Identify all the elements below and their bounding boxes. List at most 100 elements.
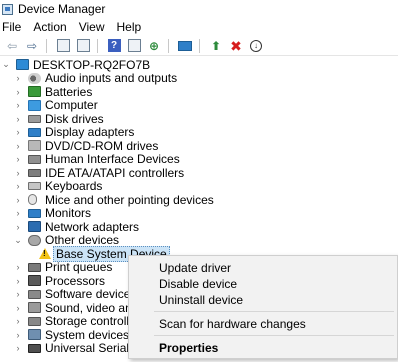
software-device-icon <box>28 289 41 299</box>
toolbar-separator <box>46 38 47 53</box>
update-driver-icon[interactable]: ⬆ <box>208 38 224 54</box>
speaker-icon <box>28 72 41 84</box>
other-devices-icon <box>28 234 41 246</box>
sound-icon <box>28 302 41 314</box>
tree-item-system-devices[interactable]: › System devices <box>14 327 130 342</box>
tree-item-keyboards[interactable]: › Keyboards <box>14 179 103 193</box>
computer-icon <box>28 99 41 111</box>
chevron-right-icon[interactable]: › <box>14 100 22 110</box>
tree-item-label: System devices <box>45 327 130 342</box>
chevron-right-icon[interactable]: › <box>14 168 22 178</box>
tree-item-network-adapters[interactable]: › Network adapters <box>14 219 140 234</box>
device-manager-app-icon <box>2 3 13 15</box>
menu-separator <box>154 311 394 312</box>
properties-icon[interactable] <box>75 38 91 54</box>
tree-item-dvd-drives[interactable]: › DVD/CD-ROM drives <box>14 139 159 153</box>
forward-icon[interactable]: ⇨ <box>24 38 40 54</box>
uninstall-device-menu-item[interactable]: Uninstall device <box>159 293 243 307</box>
chevron-right-icon[interactable]: › <box>14 222 22 232</box>
chevron-down-icon[interactable]: ⌄ <box>2 59 10 70</box>
disable-icon[interactable]: ↓ <box>248 38 264 54</box>
tree-item-label: Disk drives <box>45 111 104 126</box>
computer-icon <box>16 59 29 71</box>
tree-item-hid[interactable]: › Human Interface Devices <box>14 152 180 166</box>
chevron-right-icon[interactable]: › <box>14 114 22 124</box>
chevron-down-icon[interactable]: ⌄ <box>14 235 22 245</box>
tree-item-ide-controllers[interactable]: › IDE ATA/ATAPI controllers <box>14 166 185 180</box>
tree-item-label: Network adapters <box>45 219 140 234</box>
menu-separator <box>154 335 394 336</box>
title-bar: Device Manager <box>0 0 398 18</box>
chevron-right-icon[interactable]: › <box>14 127 22 137</box>
menu-help[interactable]: Help <box>111 20 148 34</box>
network-adapter-icon <box>28 221 41 233</box>
toolbar-separator <box>168 38 169 53</box>
ide-controller-icon <box>28 168 41 177</box>
disk-drive-icon <box>28 114 41 123</box>
toolbar: ⇦ ⇨ ? ⊕ ⬆ ✖ ↓ <box>0 36 398 56</box>
keyboard-icon <box>28 182 41 191</box>
tree-item-disk-drives[interactable]: › Disk drives <box>14 112 104 126</box>
toolbar-separator <box>97 38 98 53</box>
properties-menu-item[interactable]: Properties <box>159 341 218 355</box>
display-adapter-icon <box>28 127 41 137</box>
chevron-right-icon[interactable]: › <box>14 276 22 286</box>
tree-item-label: Display adapters <box>45 125 135 140</box>
update-driver-menu-item[interactable]: Update driver <box>159 261 231 275</box>
chevron-right-icon[interactable]: › <box>14 343 22 353</box>
chevron-right-icon[interactable]: › <box>14 181 22 191</box>
tree-item-software-devices[interactable]: › Software devices <box>14 287 137 301</box>
chevron-right-icon[interactable]: › <box>14 141 22 151</box>
tree-item-label: Audio inputs and outputs <box>45 71 178 86</box>
tree-item-processors[interactable]: › Processors <box>14 274 106 288</box>
scan-hardware-menu-item[interactable]: Scan for hardware changes <box>159 317 306 331</box>
monitor-icon <box>28 208 41 218</box>
disable-device-menu-item[interactable]: Disable device <box>159 277 237 291</box>
window-title: Device Manager <box>18 2 106 16</box>
computer-scan-icon[interactable] <box>177 38 193 54</box>
tree-item-computer[interactable]: › Computer <box>14 98 98 113</box>
menu-action[interactable]: Action <box>27 20 72 34</box>
chevron-right-icon[interactable]: › <box>14 87 22 97</box>
chevron-right-icon[interactable]: › <box>14 154 22 164</box>
storage-controller-icon <box>28 316 41 326</box>
back-icon[interactable]: ⇦ <box>4 38 20 54</box>
menu-bar: File Action View Help <box>0 18 398 36</box>
chevron-right-icon[interactable]: › <box>14 316 22 326</box>
battery-icon <box>28 86 41 98</box>
warning-icon <box>39 248 51 260</box>
tree-item-label: Print queues <box>45 260 113 275</box>
tree-item-print-queues[interactable]: › Print queues <box>14 260 113 275</box>
mouse-icon <box>28 194 37 206</box>
tree-item-label: Mice and other pointing devices <box>45 192 214 207</box>
scan-hardware-icon[interactable]: ⊕ <box>146 38 162 54</box>
tree-item-storage-controllers[interactable]: › Storage controllers <box>14 314 146 328</box>
tree-item-label: Computer <box>45 98 98 113</box>
chevron-right-icon[interactable]: › <box>14 195 22 205</box>
chevron-right-icon[interactable]: › <box>14 303 22 313</box>
menu-view[interactable]: View <box>73 20 111 34</box>
uninstall-icon[interactable]: ✖ <box>228 38 244 54</box>
tree-item-monitors[interactable]: › Monitors <box>14 206 92 221</box>
dvd-drive-icon <box>28 140 41 152</box>
tree-item-mice[interactable]: › Mice and other pointing devices <box>14 193 214 207</box>
chevron-right-icon[interactable]: › <box>14 289 22 299</box>
tree-item-audio[interactable]: › Audio inputs and outputs <box>14 71 178 86</box>
chevron-right-icon[interactable]: › <box>14 208 22 218</box>
chevron-right-icon[interactable]: › <box>14 330 22 340</box>
system-device-icon <box>28 329 41 341</box>
context-menu: Update driver Disable device Uninstall d… <box>128 255 398 359</box>
help-icon[interactable]: ? <box>106 38 122 54</box>
usb-icon <box>28 343 41 353</box>
tree-item-batteries[interactable]: › Batteries <box>14 85 93 99</box>
tree-item-label: Monitors <box>45 206 92 221</box>
tree-item-display-adapters[interactable]: › Display adapters <box>14 125 135 140</box>
chevron-right-icon[interactable]: › <box>14 73 22 83</box>
toolbar-separator <box>199 38 200 53</box>
tree-root[interactable]: ⌄ DESKTOP-RQ2FO7B <box>2 58 150 72</box>
tree-root-label: DESKTOP-RQ2FO7B <box>33 57 151 72</box>
chevron-right-icon[interactable]: › <box>14 262 22 272</box>
show-hide-tree-icon[interactable] <box>55 38 71 54</box>
refresh-icon[interactable] <box>126 38 142 54</box>
menu-file[interactable]: File <box>0 20 27 34</box>
